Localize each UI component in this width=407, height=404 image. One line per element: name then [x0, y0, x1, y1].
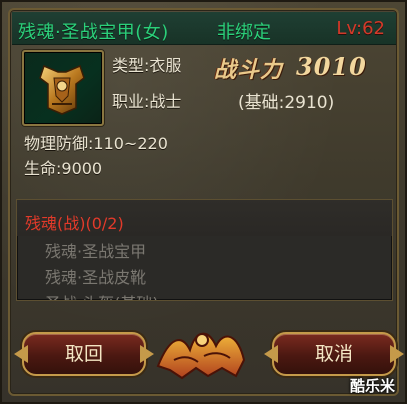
- item-icon-slot: [22, 50, 104, 126]
- set-piece-item: 残魂·圣战皮靴: [45, 268, 147, 287]
- binding-status: 非绑定: [217, 22, 271, 43]
- site-watermark: 酷乐米: [349, 377, 395, 395]
- item-level: Lv:62: [336, 18, 385, 39]
- set-piece-item: 残魂·圣战宝甲: [45, 242, 147, 261]
- game-logo-emblem: [156, 332, 246, 380]
- set-piece-item: 圣战·头盔(基础): [45, 290, 159, 300]
- hp-stat: 生命:9000: [24, 159, 103, 178]
- combat-power-label: 战斗力: [214, 57, 284, 83]
- base-power: (基础:2910): [238, 93, 335, 113]
- item-tooltip-panel: 残魂·圣战宝甲(女) 非绑定 Lv:62 类型:衣服 职业:战士 战斗力 301…: [0, 0, 407, 404]
- combat-power-value: 3010: [296, 52, 367, 81]
- item-type: 类型:衣服: [112, 56, 182, 75]
- item-profession: 职业:战士: [112, 92, 182, 111]
- set-bonus-panel[interactable]: 残魂(战)(0/2) 残魂·圣战宝甲 残魂·圣战皮靴 圣战·头盔(基础): [16, 199, 393, 301]
- cancel-button[interactable]: 取消: [272, 332, 396, 376]
- armor-icon: [39, 64, 85, 115]
- physical-defense: 物理防御:110~220: [24, 134, 168, 153]
- back-button[interactable]: 取回: [22, 332, 146, 376]
- set-bonus-title: 残魂(战)(0/2): [25, 214, 124, 233]
- item-name: 残魂·圣战宝甲(女): [18, 22, 169, 43]
